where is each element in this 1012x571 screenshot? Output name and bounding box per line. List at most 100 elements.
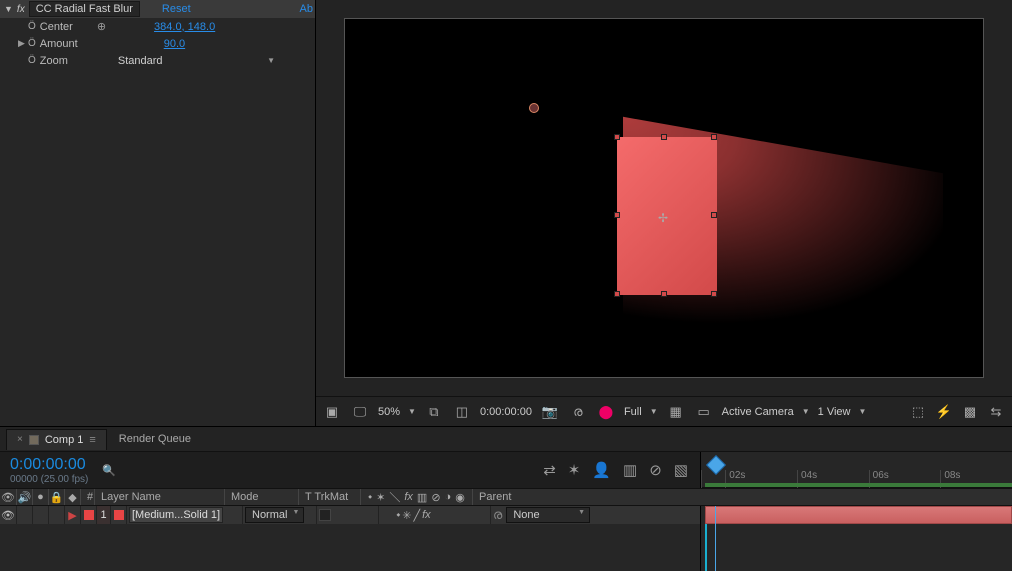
pickwhip-icon[interactable]: ര	[568, 404, 588, 420]
resize-handle[interactable]	[614, 134, 620, 140]
track-area[interactable]	[701, 506, 1012, 571]
motion-blur-icon[interactable]: ⊘	[649, 461, 662, 479]
solo-column-icon[interactable]: ●	[32, 489, 48, 505]
chevron-down-icon[interactable]: ▼	[859, 407, 867, 416]
tab-render-queue[interactable]: Render Queue	[109, 429, 201, 449]
frame-blend-icon[interactable]: ▥	[623, 461, 637, 479]
view-icon[interactable]: ▭	[694, 404, 714, 420]
current-time[interactable]: 0:00:00:00	[10, 456, 88, 474]
chevron-down-icon[interactable]: ▼	[267, 56, 275, 65]
menu-icon[interactable]: ≡	[89, 434, 95, 446]
chevron-down-icon[interactable]: ▼	[802, 407, 810, 416]
tab-label: Comp 1	[45, 434, 84, 446]
layer-switches[interactable]: ⬩ ✳ ╱ fx	[378, 506, 490, 524]
shy-switch[interactable]: ⬩	[396, 509, 400, 522]
center-value[interactable]: 384.0, 148.0	[154, 21, 215, 33]
layer-row[interactable]: 👁 ▶ 1 [Medium...Solid 1] Normal ⬩	[0, 506, 700, 524]
fx-switch[interactable]: fx	[422, 509, 431, 521]
parent-control[interactable]: ര None	[490, 506, 592, 524]
resize-handle[interactable]	[711, 134, 717, 140]
close-icon[interactable]: ×	[17, 434, 23, 445]
lock-toggle[interactable]	[48, 506, 64, 524]
fast-preview-icon[interactable]: ⚡	[934, 404, 954, 420]
about-link[interactable]: Ab	[300, 3, 313, 15]
trkmat-column[interactable]: T TrkMat	[298, 489, 360, 505]
pickwhip-icon[interactable]: ര	[493, 507, 502, 523]
viewer-canvas[interactable]: ✢	[344, 18, 984, 378]
color-icon[interactable]: ⬤	[596, 404, 616, 420]
resize-handle[interactable]	[614, 291, 620, 297]
chevron-down-icon[interactable]: ▼	[650, 407, 658, 416]
zoom-value[interactable]: Standard	[118, 55, 163, 67]
color-swatch	[29, 435, 39, 445]
safe-zones-icon[interactable]: ⧉	[424, 404, 444, 420]
flowchart-icon[interactable]: ⇆	[986, 404, 1006, 420]
visibility-toggle[interactable]: 👁	[0, 506, 16, 524]
layer-name-column[interactable]: Layer Name	[94, 489, 224, 505]
effect-controls-panel: ▼ fx CC Radial Fast Blur Reset Ab Ö Cent…	[0, 0, 316, 426]
mask-icon[interactable]: ◫	[452, 404, 472, 420]
label-swatch[interactable]	[80, 506, 96, 524]
track-matte[interactable]	[316, 506, 378, 524]
pixel-aspect-icon[interactable]: ⬚	[908, 404, 928, 420]
blending-mode[interactable]: Normal	[242, 506, 316, 524]
stopwatch-icon[interactable]: Ö	[28, 55, 36, 66]
time-readout[interactable]: 0:00:00:00	[480, 406, 532, 418]
views-dropdown[interactable]: 1 View	[818, 406, 851, 418]
zoom-readout[interactable]: 50%	[378, 406, 400, 418]
shy-icon: ⬩	[368, 491, 372, 504]
layer-name[interactable]: [Medium...Solid 1]	[126, 506, 242, 524]
resize-handle[interactable]	[661, 134, 667, 140]
twirl-down-icon[interactable]: ▼	[4, 4, 13, 14]
chevron-down-icon[interactable]: ▼	[408, 407, 416, 416]
transparency-icon[interactable]: ▩	[960, 404, 980, 420]
camera-icon[interactable]: 📷	[540, 404, 560, 420]
monitor-icon[interactable]: 🖵	[350, 404, 370, 420]
effect-center-marker[interactable]	[529, 103, 539, 113]
resolution-dropdown[interactable]: Full	[624, 406, 642, 418]
layer-list: 👁 ▶ 1 [Medium...Solid 1] Normal ⬩	[0, 506, 700, 571]
amount-value[interactable]: 90.0	[164, 38, 185, 50]
grid-icon[interactable]: ▦	[666, 404, 686, 420]
stopwatch-icon[interactable]: Ö	[28, 21, 36, 32]
label-column-icon[interactable]: ◆	[64, 489, 80, 505]
lock-column-icon[interactable]: 🔒	[48, 489, 64, 505]
time-ruler[interactable]: 02s 04s 06s 08s	[701, 452, 1012, 488]
camera-dropdown[interactable]: Active Camera	[722, 406, 794, 418]
resize-handle[interactable]	[711, 212, 717, 218]
draft3d-icon[interactable]: ✶	[568, 461, 581, 479]
mode-column[interactable]: Mode	[224, 489, 298, 505]
effect-header[interactable]: ▼ fx CC Radial Fast Blur Reset Ab	[0, 0, 315, 18]
twirl-right-icon[interactable]: ▶	[18, 38, 28, 49]
audio-toggle[interactable]	[16, 506, 32, 524]
region-icon[interactable]: ▣	[322, 404, 342, 420]
resize-handle[interactable]	[614, 212, 620, 218]
parent-dropdown[interactable]: None	[506, 507, 590, 523]
resize-handle[interactable]	[661, 291, 667, 297]
cti-line[interactable]	[715, 506, 716, 571]
stopwatch-icon[interactable]: Ö	[28, 38, 36, 49]
layer-search[interactable]: 🔍	[102, 464, 529, 477]
audio-column-icon[interactable]: 🔊	[16, 489, 32, 505]
layer-duration-bar[interactable]	[705, 506, 1012, 524]
tab-comp[interactable]: × Comp 1 ≡	[6, 429, 107, 450]
search-input[interactable]	[122, 464, 182, 476]
effect-name[interactable]: CC Radial Fast Blur	[29, 1, 140, 17]
comp-mini-flowchart-icon[interactable]: ⇄	[543, 461, 556, 479]
collapse-switch[interactable]: ✳	[402, 509, 411, 522]
quality-switch[interactable]: ╱	[414, 509, 421, 522]
crosshair-icon[interactable]: ⊕	[97, 20, 106, 33]
resize-handle[interactable]	[711, 291, 717, 297]
graph-editor-icon[interactable]: ▧	[674, 461, 688, 479]
visibility-column-icon[interactable]: 👁	[0, 489, 16, 505]
index-column[interactable]: #	[80, 489, 94, 505]
shy-icon[interactable]: 👤	[592, 461, 611, 479]
solo-toggle[interactable]	[32, 506, 48, 524]
work-area-bar[interactable]	[705, 483, 1012, 487]
parent-column[interactable]: Parent	[472, 489, 574, 505]
search-icon[interactable]: 🔍	[102, 464, 116, 477]
reset-link[interactable]: Reset	[162, 3, 191, 15]
twirl-right-icon[interactable]: ▶	[64, 506, 80, 524]
anchor-point-icon[interactable]: ✢	[658, 211, 670, 223]
switches-column[interactable]: ⬩✶＼fx▥⊘◑◉	[360, 489, 472, 505]
